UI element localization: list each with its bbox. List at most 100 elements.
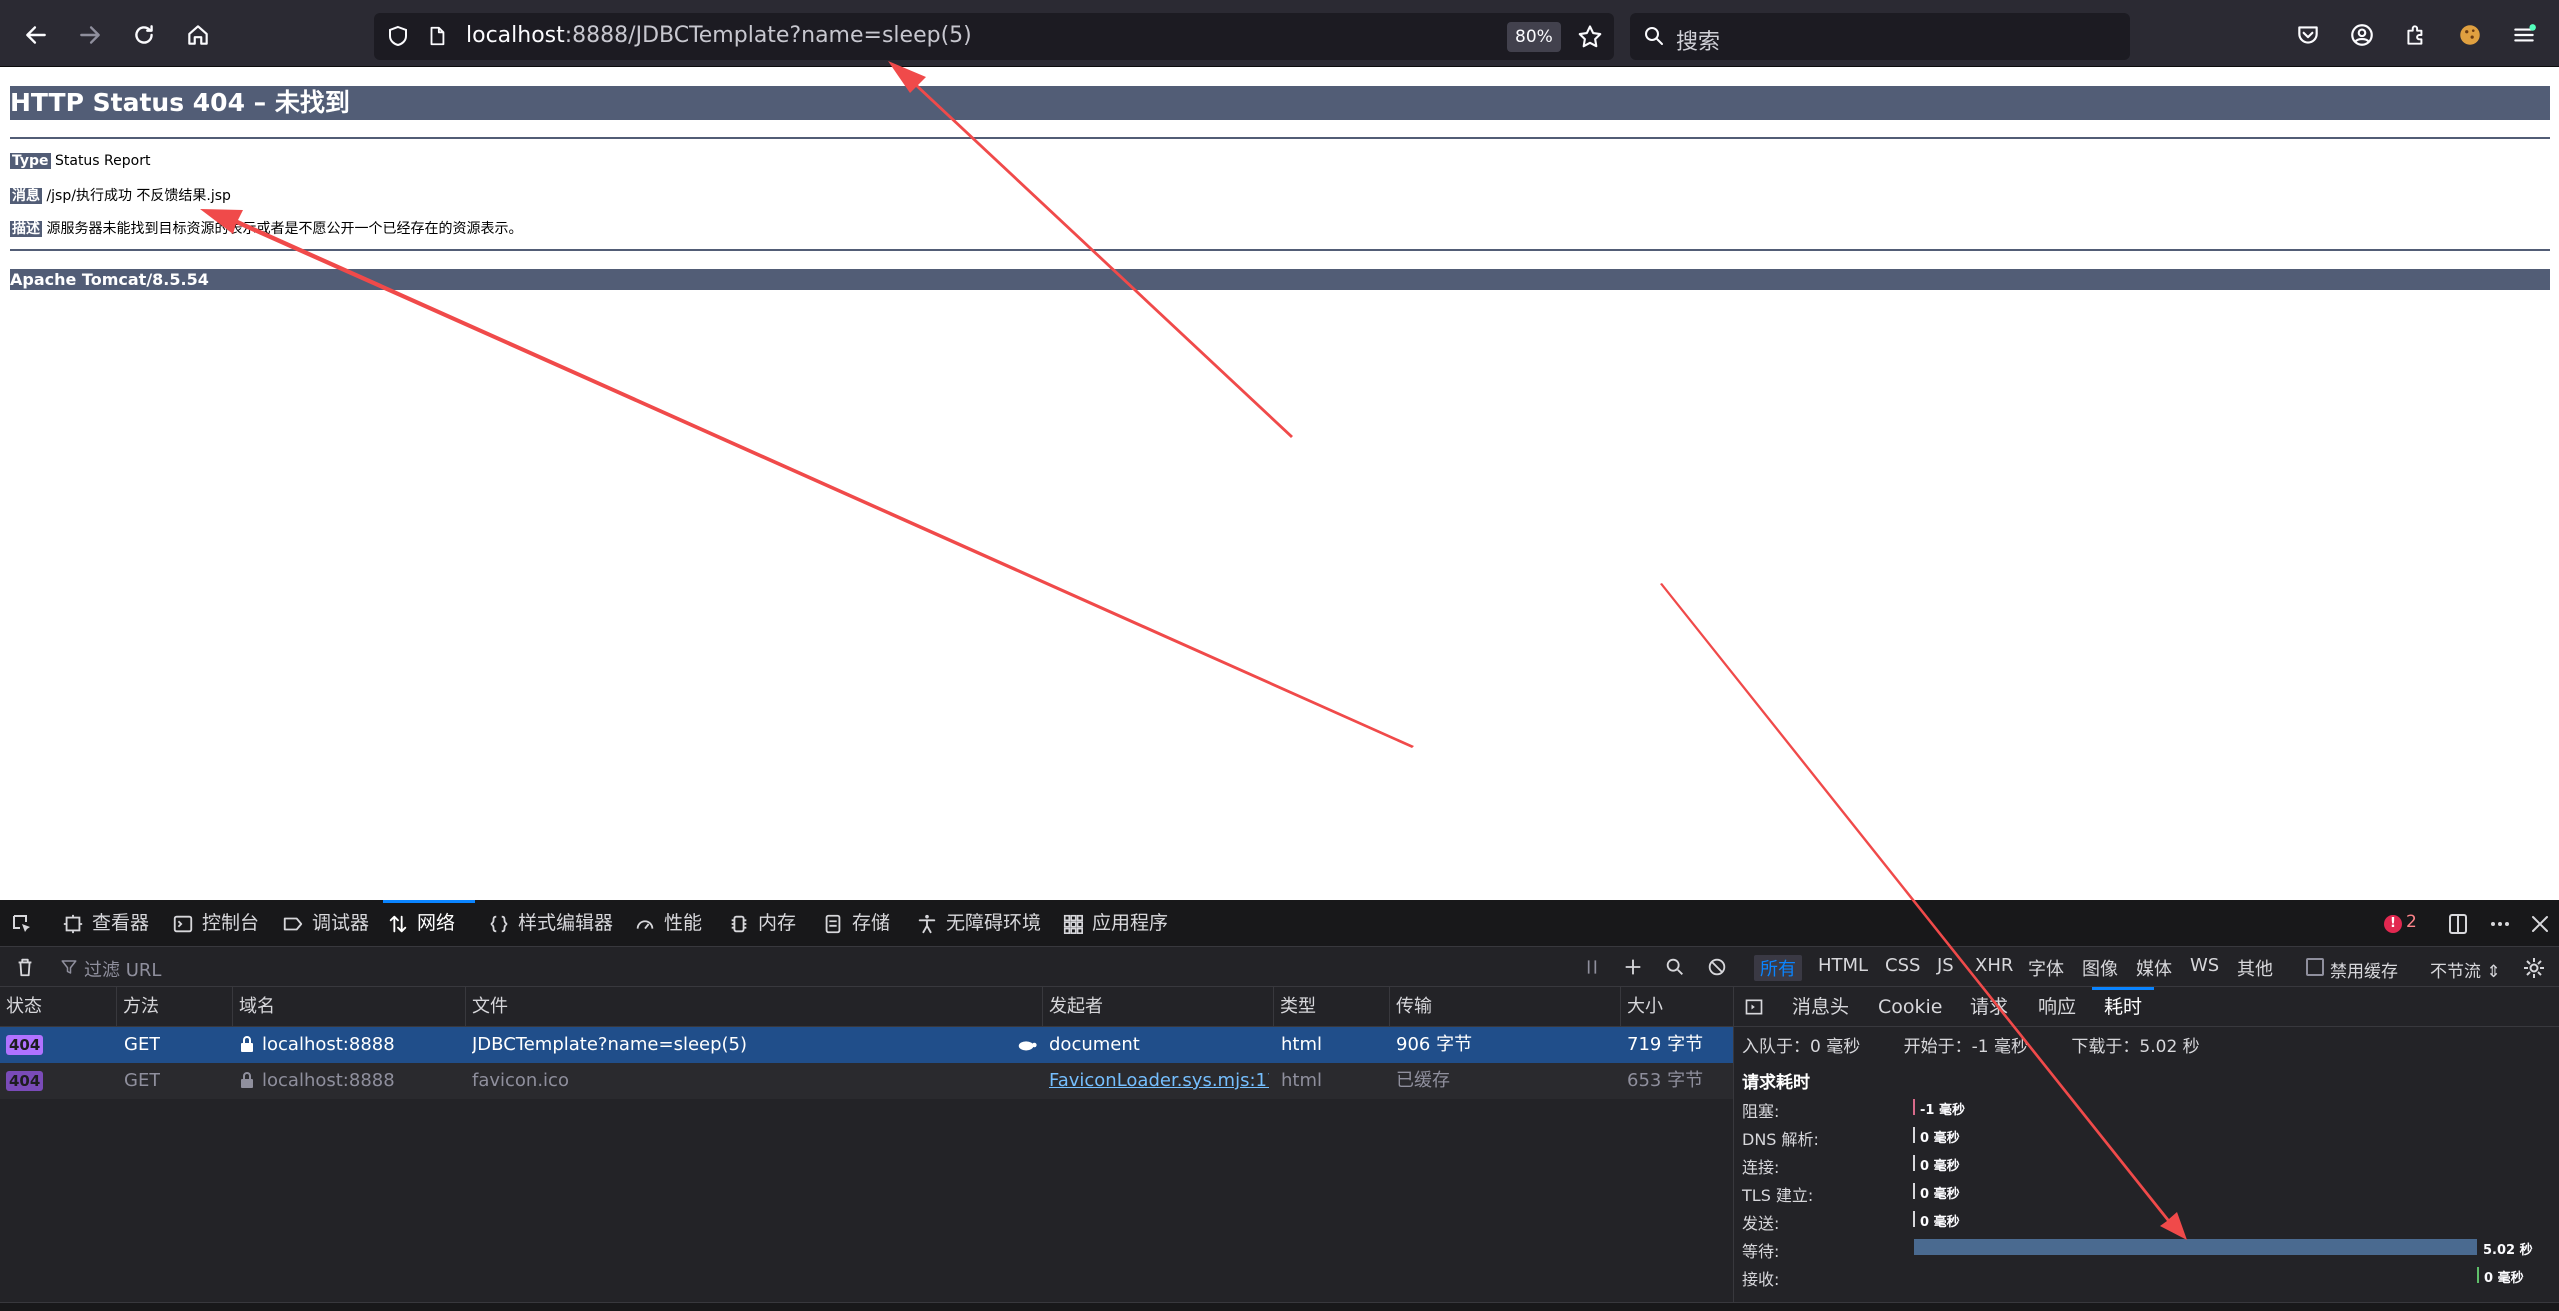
col-domain[interactable]: 域名: [232, 987, 275, 1027]
inspector-icon: [63, 914, 83, 934]
transfer-cell: 已缓存: [1396, 1070, 1450, 1091]
initiator-link[interactable]: FaviconLoader.sys.mjs:17...: [1049, 1063, 1269, 1099]
tab-request[interactable]: 请求: [1970, 987, 2008, 1027]
col-transfer[interactable]: 传输: [1389, 987, 1432, 1027]
forward-button[interactable]: [72, 17, 108, 53]
domain-cell: localhost:8888: [240, 1063, 395, 1099]
bookmark-star-icon[interactable]: [1576, 23, 1604, 51]
message-label: 消息: [10, 188, 42, 204]
address-bar[interactable]: localhost:8888/JDBCTemplate?name=sleep(5…: [374, 13, 1614, 60]
tab-console[interactable]: 控制台: [168, 900, 259, 947]
col-status[interactable]: 状态: [0, 987, 42, 1027]
toggle-panel-icon[interactable]: [1744, 997, 1764, 1017]
timing-value: 0 毫秒: [1920, 1187, 1960, 1202]
error-count-badge[interactable]: ! 2: [2384, 912, 2417, 933]
filter-other[interactable]: 其他: [2237, 955, 2273, 981]
more-options-icon[interactable]: [2488, 912, 2512, 936]
tab-cookies[interactable]: Cookie: [1878, 987, 1943, 1027]
timing-summary: 入队于：0 毫秒 开始于：-1 毫秒 下载于：5.02 秒: [1742, 1032, 2238, 1057]
col-type[interactable]: 类型: [1273, 987, 1316, 1027]
tab-label: 样式编辑器: [518, 912, 614, 934]
table-row[interactable]: 404 GET localhost:8888 favicon.ico Favic…: [0, 1063, 1733, 1099]
col-file[interactable]: 文件: [465, 987, 508, 1027]
filter-images[interactable]: 图像: [2082, 955, 2118, 981]
request-details-panel: 消息头 Cookie 请求 响应 耗时 入队于：0 毫秒 开始于：-1 毫秒 下…: [1733, 987, 2559, 1311]
filter-js[interactable]: JS: [1937, 955, 1954, 976]
filter-all[interactable]: 所有: [1754, 955, 1802, 981]
home-button[interactable]: [180, 17, 216, 53]
search-icon[interactable]: [1664, 956, 1686, 978]
tab-label: 应用程序: [1092, 912, 1169, 934]
filter-xhr[interactable]: XHR: [1975, 955, 2013, 976]
timing-value: 5.02 秒: [2483, 1243, 2533, 1258]
extension-cookie-button[interactable]: [2452, 17, 2488, 53]
timing-tick: [2477, 1267, 2479, 1283]
account-button[interactable]: [2344, 17, 2380, 53]
element-picker-icon[interactable]: [10, 912, 34, 936]
filter-fonts[interactable]: 字体: [2028, 955, 2064, 981]
server-footer: Apache Tomcat/8.5.54: [10, 269, 2550, 290]
disable-cache-label: 禁用缓存: [2330, 962, 2398, 982]
tab-style-editor[interactable]: 样式编辑器: [484, 900, 613, 947]
dock-icon[interactable]: [2446, 912, 2470, 936]
tab-headers[interactable]: 消息头: [1792, 987, 1849, 1027]
pocket-button[interactable]: [2290, 17, 2326, 53]
tab-debugger[interactable]: 调试器: [278, 900, 369, 947]
zoom-indicator[interactable]: 80%: [1507, 22, 1561, 52]
style-editor-icon: [490, 915, 508, 933]
close-icon[interactable]: [2528, 912, 2552, 936]
browser-toolbar: localhost:8888/JDBCTemplate?name=sleep(5…: [0, 0, 2559, 67]
disable-cache-checkbox[interactable]: [2306, 958, 2324, 976]
tab-memory[interactable]: 内存: [724, 900, 796, 947]
filter-css[interactable]: CSS: [1885, 955, 1920, 976]
tab-label: 网络: [417, 912, 456, 934]
tab-label: 性能: [664, 912, 703, 934]
tab-storage[interactable]: 存储: [818, 900, 890, 947]
devtools-toolbar: 查看器 控制台 调试器 网络 样式编辑器 性能 内存 存储 无障碍环境 应用程序…: [0, 900, 2559, 947]
divider: [10, 137, 2550, 139]
size-cell: 719 字节: [1627, 1034, 1704, 1055]
filter-media[interactable]: 媒体: [2136, 955, 2172, 981]
network-icon: [389, 915, 407, 933]
tab-label: 调试器: [312, 912, 370, 934]
table-row[interactable]: 404 GET localhost:8888 JDBCTemplate?name…: [0, 1027, 1733, 1063]
filter-url-input[interactable]: 过滤 URL: [84, 956, 161, 982]
menu-button[interactable]: [2506, 17, 2542, 53]
divider: [10, 249, 2550, 251]
throttle-select[interactable]: 不节流 ⇕: [2430, 957, 2501, 982]
reload-button[interactable]: [126, 17, 162, 53]
extensions-button[interactable]: [2398, 17, 2434, 53]
block-icon[interactable]: [1706, 956, 1728, 978]
col-method[interactable]: 方法: [116, 987, 159, 1027]
url-text[interactable]: localhost:8888/JDBCTemplate?name=sleep(5…: [466, 23, 972, 48]
filter-html[interactable]: HTML: [1818, 955, 1868, 976]
memory-icon: [731, 915, 747, 933]
queued-at: 入队于：0 毫秒: [1742, 1037, 1861, 1057]
tab-network[interactable]: 网络: [383, 900, 475, 947]
timing-tick: [1913, 1183, 1915, 1199]
col-initiator[interactable]: 发起者: [1042, 987, 1103, 1027]
status-badge: 404: [6, 1035, 44, 1055]
filter-icon: [61, 960, 77, 974]
timing-label: 连接:: [1742, 1158, 1780, 1177]
plus-icon[interactable]: [1622, 956, 1644, 978]
timing-label: 发送:: [1742, 1214, 1780, 1233]
search-bar[interactable]: 搜索: [1630, 13, 2130, 60]
tab-timings[interactable]: 耗时: [2092, 987, 2155, 1027]
tab-application[interactable]: 应用程序: [1058, 900, 1168, 947]
col-size[interactable]: 大小: [1620, 987, 1663, 1027]
tab-performance[interactable]: 性能: [630, 900, 702, 947]
shield-icon[interactable]: [386, 24, 410, 48]
trash-icon[interactable]: [14, 955, 36, 979]
page-icon[interactable]: [426, 24, 448, 48]
tab-accessibility[interactable]: 无障碍环境: [912, 900, 1041, 947]
pause-icon[interactable]: [1582, 957, 1602, 977]
settings-gear-icon[interactable]: [2522, 956, 2546, 980]
tab-response[interactable]: 响应: [2038, 987, 2076, 1027]
tab-inspector[interactable]: 查看器: [58, 900, 149, 947]
url-host: localhost: [466, 23, 565, 48]
tab-label: 查看器: [92, 912, 150, 934]
cookie-icon: [2460, 25, 2480, 45]
back-button[interactable]: [18, 17, 54, 53]
filter-ws[interactable]: WS: [2190, 955, 2219, 976]
